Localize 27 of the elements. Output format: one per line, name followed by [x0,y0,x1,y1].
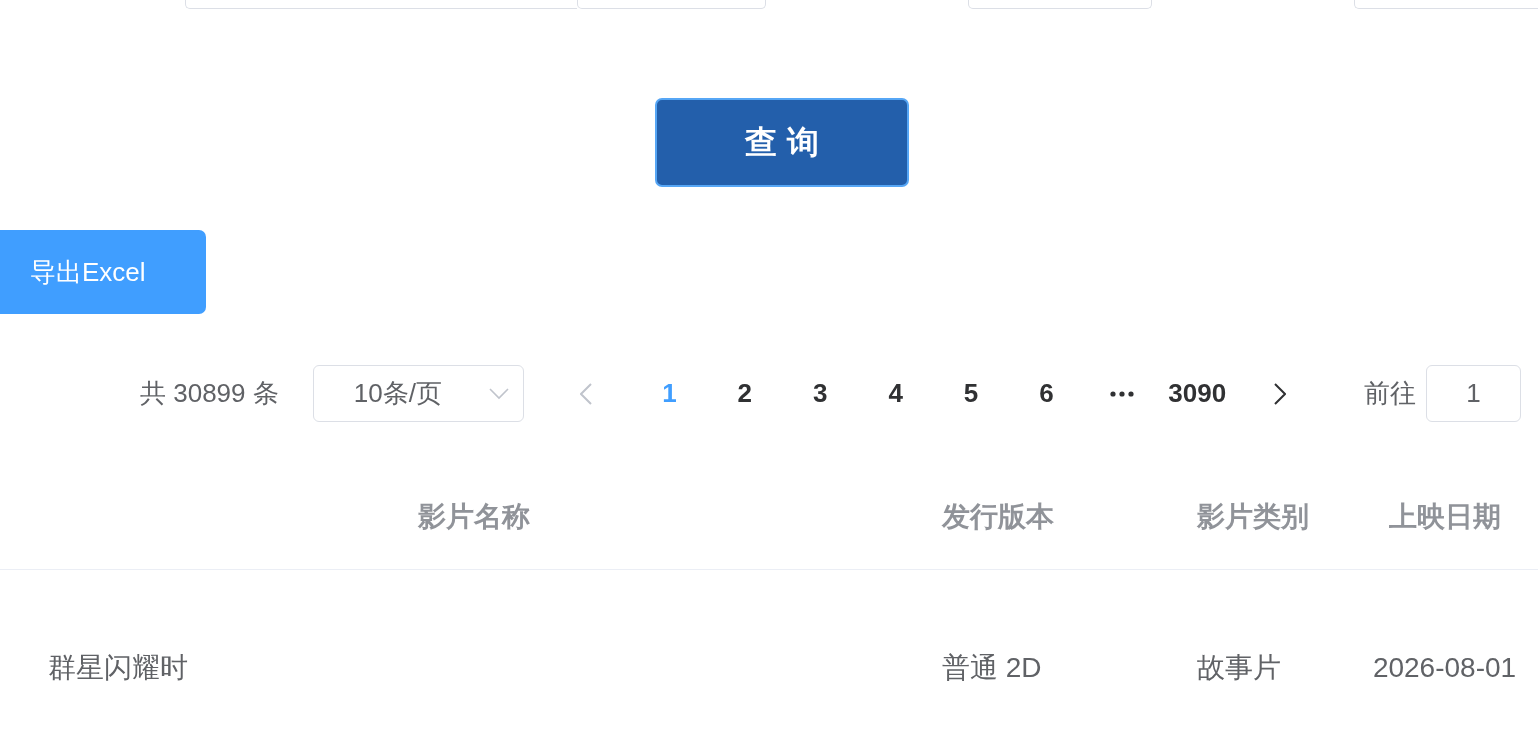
input-field[interactable] [1354,0,1538,9]
select-field[interactable] [577,0,766,9]
table-cell-text: 群星闪耀时 [47,651,189,685]
table-cell-text: 2026-08-01 [1371,651,1518,685]
table-cell-text: 故事片 [1196,651,1282,685]
page-number[interactable]: 5 [933,365,1009,422]
query-button[interactable]: 查询 [655,98,909,187]
page-number[interactable]: 2 [707,365,783,422]
total-count: 共 30899 条 [140,377,279,410]
page-input[interactable]: 1 [1425,365,1521,422]
chevron-right-icon [1274,382,1287,405]
page-size-select[interactable]: 10条/页 [312,365,524,422]
page-number[interactable]: 4 [857,365,934,422]
page-number[interactable]: 3090 [1159,365,1235,422]
chevron-left-icon [580,382,593,405]
page-number[interactable]: 3 [782,365,858,422]
page-number[interactable]: 6 [1008,365,1085,422]
column-header: 上映日期 [1387,500,1502,534]
chevron-down-icon [488,387,509,400]
column-header: 影片名称 [417,500,531,534]
input-field[interactable] [968,0,1152,9]
ellipsis-icon [1109,390,1134,397]
column-header: 影片类别 [1196,500,1310,534]
table-cell-text: 普通 2D [941,651,1043,685]
input-field[interactable] [185,0,577,9]
goto-label: 前往 [1363,377,1416,410]
column-header: 发行版本 [940,500,1055,534]
